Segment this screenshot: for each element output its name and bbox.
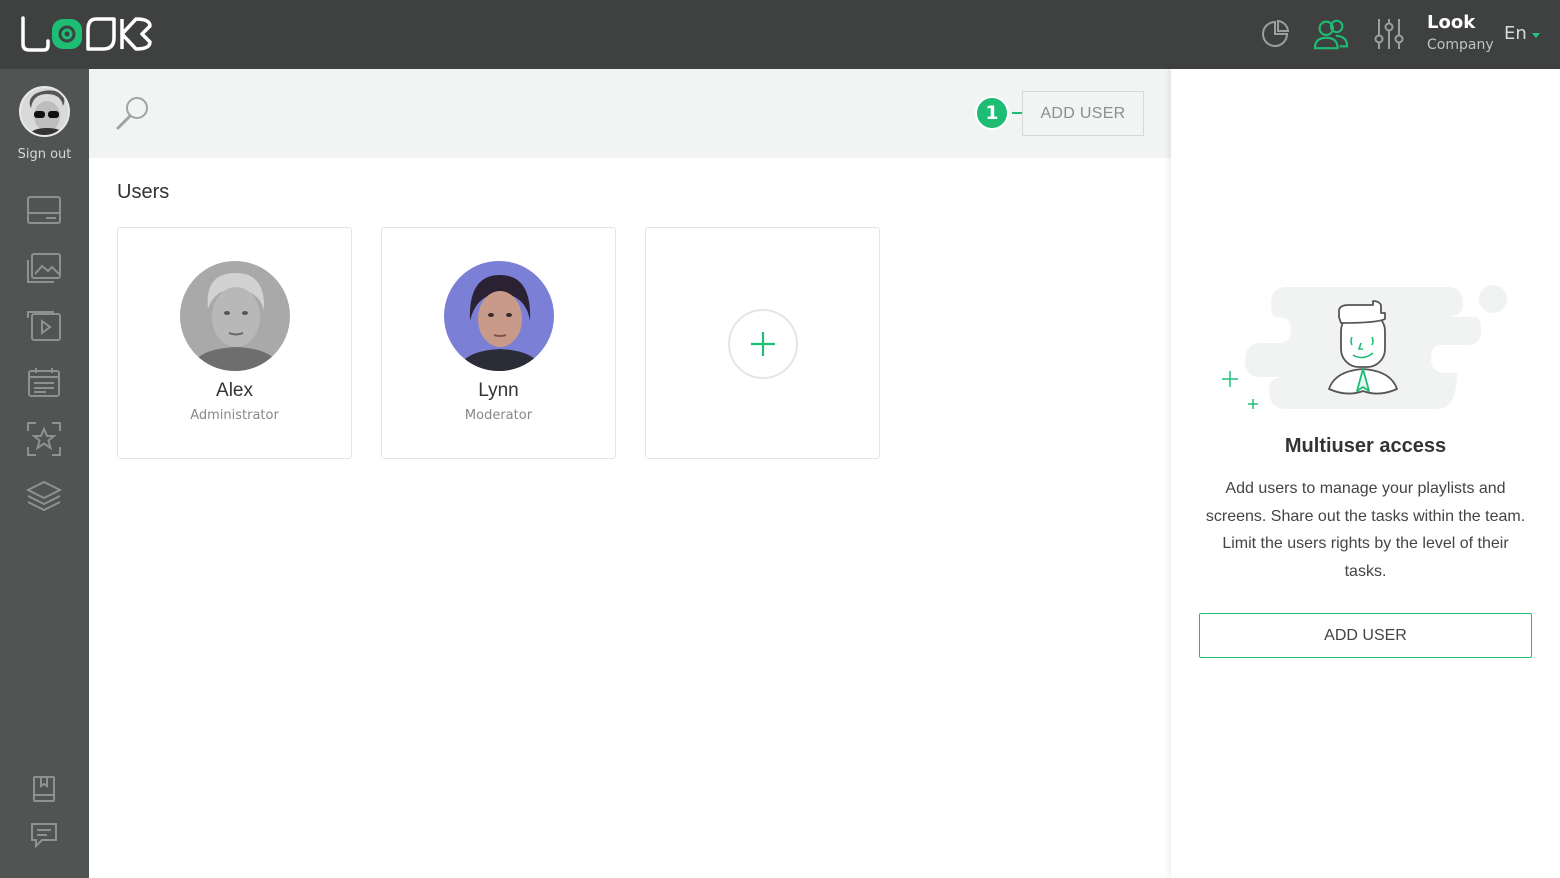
chat-icon[interactable] <box>24 815 64 855</box>
sidebar: Sign out <box>0 69 89 878</box>
user-role: Moderator <box>464 408 533 423</box>
screens-icon[interactable] <box>24 191 64 231</box>
panel-description: Add users to manage your playlists and s… <box>1205 480 1526 580</box>
top-bar: Look Company En <box>0 0 1560 69</box>
user-name: Alex <box>216 380 253 401</box>
step-badge: 1 <box>975 96 1009 130</box>
user-name: Lynn <box>478 380 519 401</box>
language-label: En <box>1504 23 1527 44</box>
docs-icon[interactable] <box>24 769 64 809</box>
user-illustration-icon <box>1222 285 1507 409</box>
search-icon[interactable] <box>115 95 151 131</box>
user-card-alex[interactable]: Alex Administrator <box>117 227 352 459</box>
user-card-lynn[interactable]: Lynn Moderator <box>381 227 616 459</box>
images-icon[interactable] <box>24 248 64 288</box>
add-user-button[interactable]: ADD USER <box>1022 91 1144 136</box>
page-title: Users <box>117 181 170 203</box>
favorites-icon[interactable] <box>24 419 64 459</box>
info-panel: Multiuser access Add users to manage you… <box>1171 69 1560 878</box>
layers-icon[interactable] <box>24 477 64 517</box>
user-role: Administrator <box>190 408 279 423</box>
account-name: Look <box>1427 12 1476 33</box>
chevron-down-icon <box>1531 32 1540 38</box>
add-user-card[interactable] <box>645 227 880 459</box>
user-photo <box>180 261 290 371</box>
sign-out-link[interactable]: Sign out <box>0 147 89 162</box>
add-user-panel-button[interactable]: ADD USER <box>1199 613 1532 658</box>
search-bar: 1 ADD USER <box>89 69 1171 158</box>
main-content: 1 ADD USER Users Alex Administrator Lynn… <box>89 69 1171 878</box>
look-logo[interactable] <box>18 14 158 54</box>
settings-sliders-icon[interactable] <box>1371 16 1407 52</box>
user-photo <box>444 261 554 371</box>
account-company: Company <box>1427 37 1494 53</box>
analytics-icon[interactable] <box>1257 16 1293 52</box>
add-circle[interactable] <box>728 309 798 379</box>
schedule-icon[interactable] <box>24 362 64 402</box>
video-icon[interactable] <box>24 306 64 346</box>
panel-title: Multiuser access <box>1284 435 1447 457</box>
account-menu[interactable]: Look Company <box>1427 12 1494 53</box>
avatar[interactable] <box>19 86 70 137</box>
plus-icon <box>751 332 775 356</box>
language-selector[interactable]: En <box>1504 23 1540 44</box>
users-icon[interactable] <box>1313 16 1349 52</box>
